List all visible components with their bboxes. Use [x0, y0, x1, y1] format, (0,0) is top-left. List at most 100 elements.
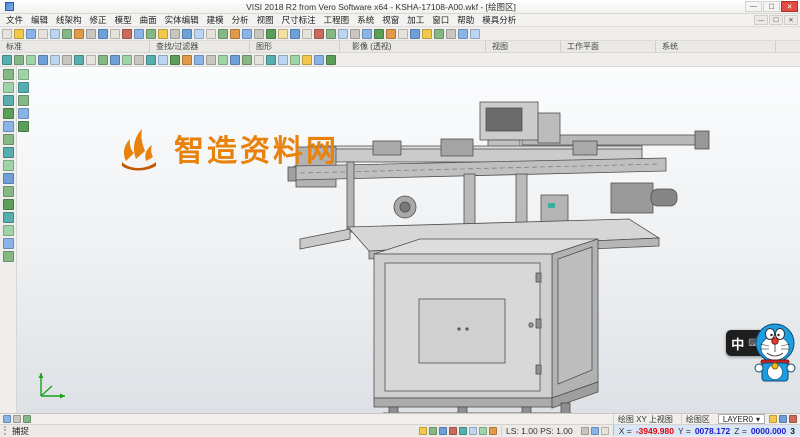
toolbar-icon[interactable]: [134, 55, 144, 65]
toolbar-icon[interactable]: [242, 55, 252, 65]
toolbar-icon[interactable]: [50, 55, 60, 65]
child-restore-button[interactable]: ☐: [769, 15, 783, 25]
toolbar-icon[interactable]: [3, 95, 14, 106]
toolbar-icon[interactable]: [278, 29, 288, 39]
menu-item[interactable]: 模具分析: [478, 14, 520, 26]
maximize-button[interactable]: ☐: [763, 1, 780, 12]
toolbar-icon[interactable]: [2, 55, 12, 65]
toolbar-icon[interactable]: [170, 29, 180, 39]
toolbar-icon[interactable]: [429, 427, 437, 435]
toolbar-icon[interactable]: [3, 160, 14, 171]
toolbar-icon[interactable]: [86, 29, 96, 39]
menu-item[interactable]: 帮助: [453, 14, 478, 26]
menu-item[interactable]: 视窗: [378, 14, 403, 26]
toolbar-icon[interactable]: [789, 415, 797, 423]
toolbar-icon[interactable]: [62, 55, 72, 65]
toolbar-group-label[interactable]: 影像 (透视): [346, 41, 486, 52]
toolbar-icon[interactable]: [266, 29, 276, 39]
toolbar-icon[interactable]: [779, 415, 787, 423]
toolbar-icon[interactable]: [3, 212, 14, 223]
ime-language-indicator[interactable]: 中: [731, 334, 744, 353]
toolbar-icon[interactable]: [489, 427, 497, 435]
toolbar-icon[interactable]: [3, 69, 14, 80]
toolbar-icon[interactable]: [410, 29, 420, 39]
toolbar-icon[interactable]: [182, 55, 192, 65]
menu-item[interactable]: 视图: [253, 14, 278, 26]
menu-item[interactable]: 建模: [203, 14, 228, 26]
child-close-button[interactable]: ✕: [784, 15, 798, 25]
toolbar-icon[interactable]: [13, 415, 21, 423]
toolbar-icon[interactable]: [3, 82, 14, 93]
toolbar-icon[interactable]: [38, 55, 48, 65]
toolbar-icon[interactable]: [458, 29, 468, 39]
toolbar-icon[interactable]: [122, 29, 132, 39]
child-minimize-button[interactable]: —: [754, 15, 768, 25]
toolbar-group-label[interactable]: 系统: [656, 41, 776, 52]
toolbar-icon[interactable]: [206, 29, 216, 39]
toolbar-icon[interactable]: [581, 427, 589, 435]
toolbar-icon[interactable]: [3, 147, 14, 158]
close-button[interactable]: ✕: [781, 1, 798, 12]
menu-item[interactable]: 分析: [228, 14, 253, 26]
toolbar-icon[interactable]: [218, 55, 228, 65]
toolbar-icon[interactable]: [290, 29, 300, 39]
menu-item[interactable]: 工程图: [320, 14, 354, 26]
toolbar-icon[interactable]: [74, 55, 84, 65]
toolbar-icon[interactable]: [14, 29, 24, 39]
toolbar-icon[interactable]: [3, 134, 14, 145]
layer-selector[interactable]: LAYER0 ▾: [718, 414, 765, 424]
toolbar-icon[interactable]: [158, 29, 168, 39]
toolbar-icon[interactable]: [14, 55, 24, 65]
toolbar-icon[interactable]: [254, 55, 264, 65]
toolbar-icon[interactable]: [230, 29, 240, 39]
menu-item[interactable]: 线架构: [52, 14, 86, 26]
menu-item[interactable]: 模型: [111, 14, 136, 26]
toolbar-group-label[interactable]: 标准: [0, 41, 150, 52]
snap-label[interactable]: 捕捉: [12, 425, 29, 437]
toolbar-icon[interactable]: [38, 29, 48, 39]
menu-item[interactable]: 修正: [86, 14, 111, 26]
toolbar-group-label[interactable]: 图形: [250, 41, 340, 52]
toolbar-icon[interactable]: [50, 29, 60, 39]
toolbar-icon[interactable]: [601, 427, 609, 435]
toolbar-icon[interactable]: [419, 427, 427, 435]
toolbar-icon[interactable]: [134, 29, 144, 39]
toolbar-icon[interactable]: [98, 29, 108, 39]
viewport-3d[interactable]: 智造资料网 中 ⌨: [17, 67, 800, 413]
toolbar-icon[interactable]: [218, 29, 228, 39]
toolbar-icon[interactable]: [374, 29, 384, 39]
toolbar-icon[interactable]: [110, 29, 120, 39]
menu-item[interactable]: 窗口: [428, 14, 453, 26]
toolbar-icon[interactable]: [182, 29, 192, 39]
toolbar-icon[interactable]: [350, 29, 360, 39]
toolbar-group-label[interactable]: 查找/过滤器: [150, 41, 250, 52]
toolbar-icon[interactable]: [278, 55, 288, 65]
toolbar-icon[interactable]: [26, 55, 36, 65]
toolbar-icon[interactable]: [170, 55, 180, 65]
toolbar-icon[interactable]: [86, 55, 96, 65]
toolbar-icon[interactable]: [446, 29, 456, 39]
toolbar-icon[interactable]: [398, 29, 408, 39]
toolbar-icon[interactable]: [459, 427, 467, 435]
toolbar-icon[interactable]: [2, 29, 12, 39]
toolbar-icon[interactable]: [469, 427, 477, 435]
toolbar-icon[interactable]: [110, 55, 120, 65]
toolbar-icon[interactable]: [26, 29, 36, 39]
toolbar-icon[interactable]: [3, 199, 14, 210]
toolbar-icon[interactable]: [3, 415, 11, 423]
menu-item[interactable]: 系统: [353, 14, 378, 26]
toolbar-icon[interactable]: [439, 427, 447, 435]
menu-item[interactable]: 文件: [2, 14, 27, 26]
toolbar-icon[interactable]: [326, 29, 336, 39]
toolbar-icon[interactable]: [470, 29, 480, 39]
toolbar-icon[interactable]: [230, 55, 240, 65]
toolbar-icon[interactable]: [254, 29, 264, 39]
toolbar-icon[interactable]: [3, 121, 14, 132]
toolbar-icon[interactable]: [194, 29, 204, 39]
toolbar-icon[interactable]: [3, 108, 14, 119]
toolbar-icon[interactable]: [3, 186, 14, 197]
toolbar-icon[interactable]: [302, 55, 312, 65]
menu-item[interactable]: 实体编辑: [161, 14, 203, 26]
toolbar-icon[interactable]: [3, 173, 14, 184]
toolbar-icon[interactable]: [62, 29, 72, 39]
